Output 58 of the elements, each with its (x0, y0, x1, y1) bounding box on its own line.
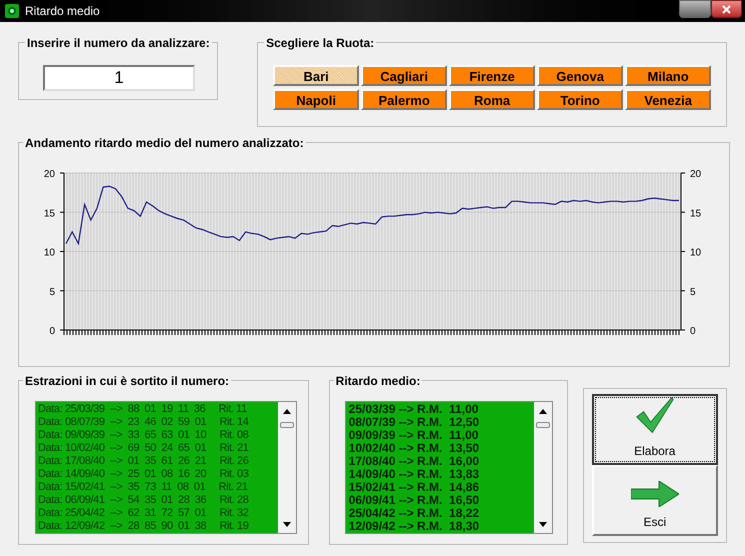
draw-row[interactable]: Data: 10/02/40 --> 69 50 24 65 01 Rit. 21 (38, 442, 248, 455)
wheel-button[interactable]: Bari (273, 65, 360, 86)
wheel-button[interactable]: Cagliari (361, 65, 448, 86)
scroll-thumb[interactable] (280, 422, 294, 428)
y-tick-label: 20 (690, 169, 702, 180)
window-title: Ritardo medio (25, 3, 100, 20)
draws-listbox[interactable] (35, 401, 297, 534)
y-tick-label: 15 (44, 208, 55, 220)
scroll-down-arrow[interactable] (283, 522, 291, 527)
draw-row[interactable]: Data: 25/04/42 --> 62 31 72 57 01 Rit. 32 (38, 507, 248, 520)
average-row[interactable]: 10/02/40 --> R.M. 13,50 (348, 442, 480, 455)
draw-row[interactable]: Data: 15/02/41 --> 35 73 11 08 01 Rit. 21 (38, 481, 248, 494)
y-tick-label: 20 (44, 169, 55, 180)
draw-row[interactable]: Data: 25/03/39 --> 88 01 19 11 36 Rit. 11 (38, 403, 247, 416)
y-tick-label: 5 (49, 286, 55, 298)
average-row[interactable]: 09/09/39 --> R.M. 11,00 (348, 429, 478, 442)
exit-button[interactable]: Esci (592, 465, 718, 536)
average-row[interactable]: 25/03/39 --> R.M. 11,00 (348, 403, 478, 416)
average-row[interactable]: 12/09/42 --> R.M. 18,30 (348, 520, 480, 533)
draw-row[interactable]: Data: 09/09/39 --> 33 65 63 01 10 Rit. 08 (38, 429, 248, 442)
y-tick-label: 0 (49, 326, 55, 337)
wheel-button[interactable]: Palermo (361, 89, 448, 110)
draw-row[interactable]: Data: 14/09/40 --> 25 01 08 16 20 Rit. 03 (38, 468, 248, 481)
y-tick-label: 0 (690, 326, 696, 337)
app-icon (4, 3, 20, 19)
wheel-button[interactable]: Venezia (625, 89, 712, 110)
average-row[interactable]: 06/09/41 --> R.M. 16,50 (348, 494, 480, 507)
draw-row[interactable]: Data: 12/09/42 --> 28 85 90 01 38 Rit. 19 (38, 520, 248, 533)
y-tick-label: 15 (690, 208, 702, 220)
average-listbox[interactable] (344, 401, 553, 534)
average-row[interactable]: 08/07/39 --> R.M. 12,50 (348, 416, 480, 429)
scrollbar[interactable] (534, 402, 552, 533)
wheel-button[interactable]: Milano (625, 65, 712, 86)
scroll-up-arrow[interactable] (283, 409, 291, 414)
number-field[interactable]: 1 (43, 65, 195, 91)
y-tick-label: 10 (44, 248, 55, 258)
right-arrow-icon (630, 481, 679, 507)
wheel-button[interactable]: Napoli (273, 89, 360, 110)
wheel-button[interactable]: Roma (449, 89, 536, 110)
scroll-up-arrow[interactable] (538, 409, 547, 414)
scrollbar[interactable] (278, 402, 296, 533)
close-icon (722, 4, 731, 14)
average-row[interactable]: 14/09/40 --> R.M. 13,83 (348, 468, 480, 481)
y-tick-label: 5 (690, 286, 696, 298)
draw-row[interactable]: Data: 17/08/40 --> 01 35 61 26 21 Rit. 26 (38, 455, 248, 468)
scroll-down-arrow[interactable] (538, 522, 547, 527)
close-button[interactable] (711, 0, 742, 18)
wheel-button[interactable]: Genova (537, 65, 624, 86)
process-button[interactable]: Elabora (592, 394, 718, 465)
draw-row[interactable]: Data: 06/09/41 --> 54 35 01 28 36 Rit. 28 (38, 494, 248, 507)
draw-row[interactable]: Data: 08/07/39 --> 23 46 02 59 01 Rit. 14 (38, 416, 248, 429)
wheel-button[interactable]: Firenze (449, 65, 536, 86)
average-row[interactable]: 17/08/40 --> R.M. 16,00 (348, 455, 480, 468)
average-row[interactable]: 25/04/42 --> R.M. 18,22 (348, 507, 480, 520)
y-tick-label: 10 (690, 248, 702, 258)
wheel-button[interactable]: Torino (537, 89, 624, 110)
scroll-thumb[interactable] (536, 422, 550, 428)
average-row[interactable]: 15/02/41 --> R.M. 14,86 (348, 481, 480, 494)
